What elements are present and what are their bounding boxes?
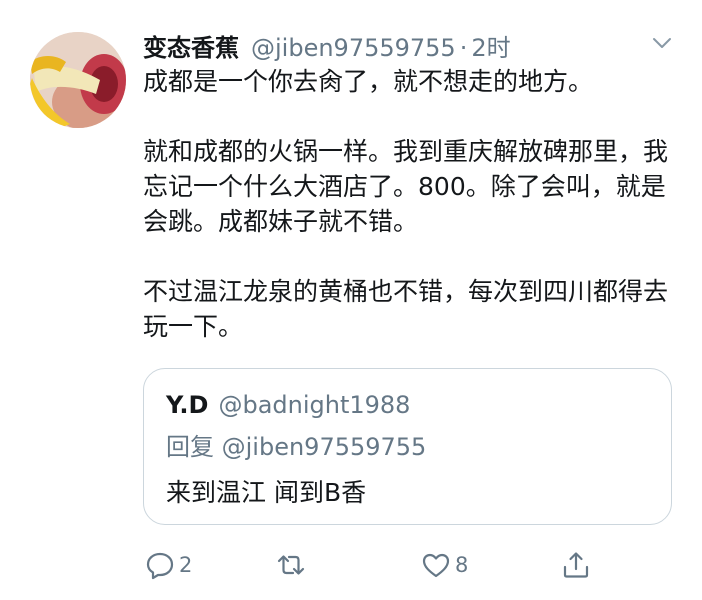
quoted-tweet-text: 来到温江 闻到B香 <box>166 478 367 507</box>
reply-button[interactable]: 2 <box>145 545 192 585</box>
tweet-header: 变态香蕉 @jiben97559755 · 2时 <box>143 28 511 62</box>
share-button[interactable] <box>561 545 591 585</box>
display-name[interactable]: 变态香蕉 <box>143 28 239 63</box>
quoted-tweet[interactable]: Y.D @badnight1988 回复 @jiben97559755 来到温江… <box>143 368 672 525</box>
reply-count: 2 <box>179 553 193 577</box>
avatar-image <box>30 32 126 128</box>
heart-icon <box>422 553 450 578</box>
tweet-card[interactable]: 变态香蕉 @jiben97559755 · 2时 成都是一个你去肏了，就不想走的… <box>0 0 702 600</box>
timestamp[interactable]: 2时 <box>471 28 510 63</box>
avatar[interactable] <box>30 32 126 128</box>
like-button[interactable]: 8 <box>421 545 468 585</box>
separator-dot: · <box>459 34 468 62</box>
tweet-paragraph: 就和成都的火锅一样。我到重庆解放碑那里，我忘记一个什么大酒店了。800。除了会叫… <box>143 137 669 236</box>
retweet-icon <box>277 555 305 575</box>
like-count: 8 <box>455 553 469 577</box>
quoted-user-handle: @badnight1988 <box>218 391 411 419</box>
share-icon <box>563 552 589 578</box>
quoted-tweet-header: Y.D @badnight1988 <box>166 391 410 419</box>
quoted-reply-to: 回复 @jiben97559755 <box>166 433 427 461</box>
quoted-display-name: Y.D <box>166 391 209 419</box>
tweet-paragraph: 不过温江龙泉的黄桶也不错，每次到四川都得去玩一下。 <box>143 277 669 341</box>
chevron-down-icon[interactable] <box>649 30 675 56</box>
user-handle[interactable]: @jiben97559755 <box>251 34 456 62</box>
reply-icon <box>146 552 174 580</box>
tweet-text: 成都是一个你去肏了，就不想走的地方。 就和成都的火锅一样。我到重庆解放碑那里，我… <box>143 64 673 344</box>
tweet-actions: 2 8 <box>143 545 613 585</box>
retweet-button[interactable] <box>276 545 310 585</box>
tweet-paragraph: 成都是一个你去肏了，就不想走的地方。 <box>143 67 594 96</box>
